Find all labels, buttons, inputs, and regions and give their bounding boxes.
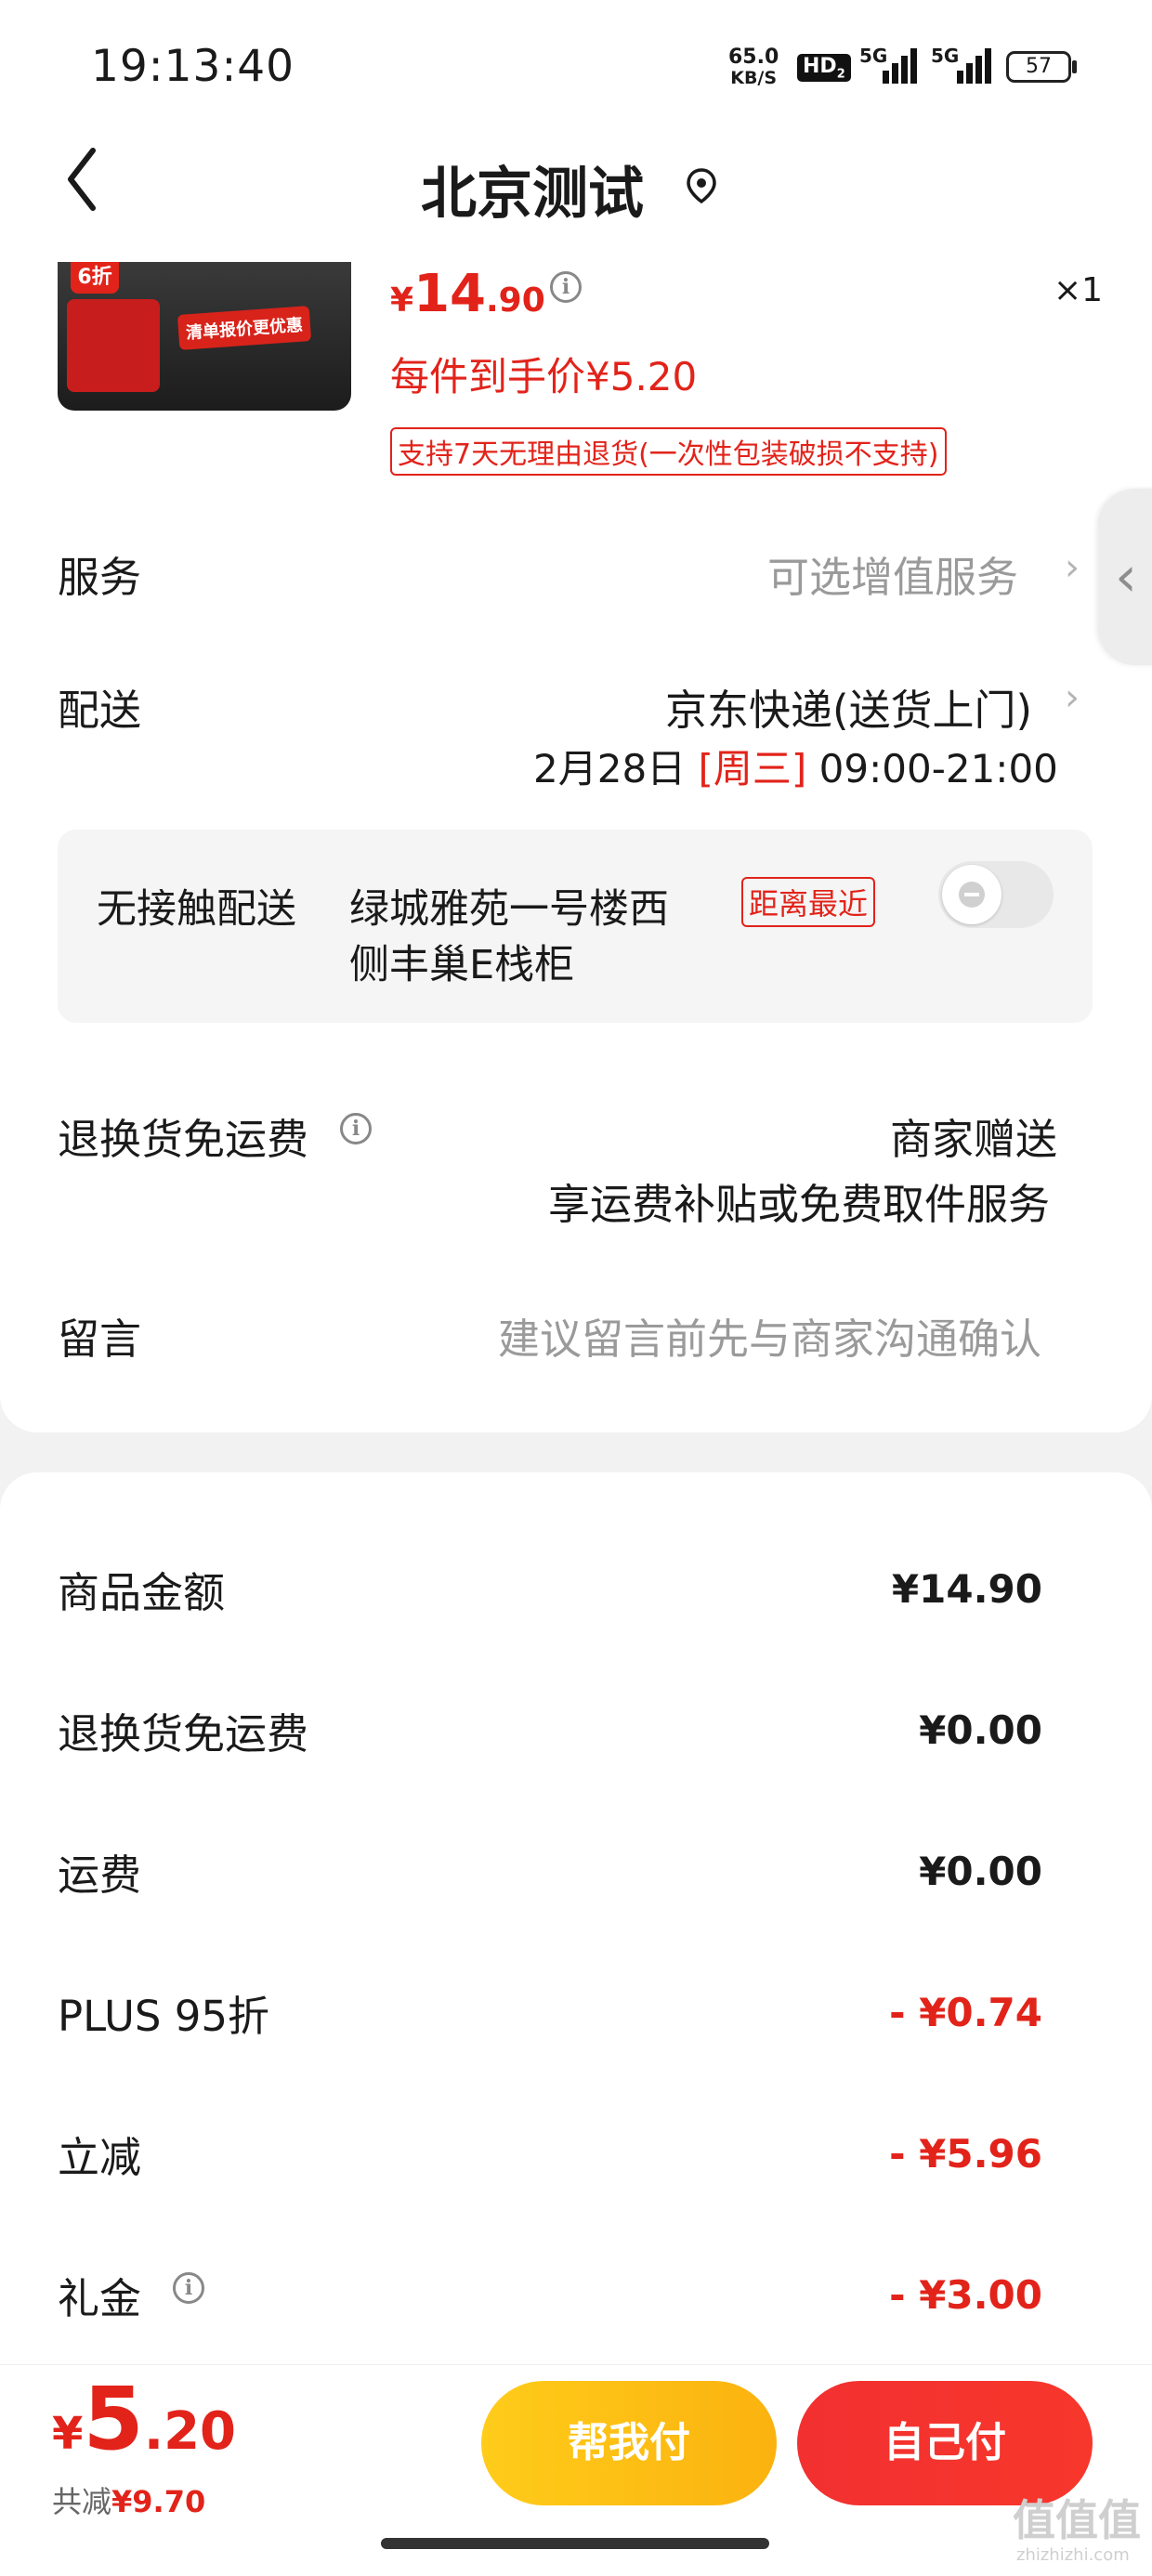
nearest-tag: 距离最近 [741,877,876,927]
hd-badge-label: HD [803,55,837,78]
toggle-off-icon [959,882,985,908]
product-thumbnail[interactable]: 6折 清单报价更优惠 [58,262,351,411]
delivery-method[interactable]: 京东快递(送货上门) [665,676,1032,737]
message-input[interactable]: 建议留言前先与商家沟通确认 [498,1305,1041,1366]
saved-value: ¥9.70 [111,2484,206,2519]
unit-price: 每件到手价¥5.20 [390,354,698,399]
total-decimal: .20 [143,2401,237,2462]
summary-value-plus: - ¥0.74 [889,1990,1042,2035]
battery-level: 57 [1026,55,1052,78]
hd-badge: HD2 [797,54,851,83]
back-icon[interactable] [65,147,98,216]
thumbnail-caption: 清单报价更优惠 [177,306,312,350]
total-price: ¥5.20 [52,2369,236,2470]
delivery-chevron-icon[interactable]: › [1065,676,1080,719]
summary-label-shipping: 运费 [58,1850,142,1900]
no-contact-label: 无接触配送 [97,886,296,933]
summary-value-gift: - ¥3.00 [889,2272,1042,2318]
gift-info-icon[interactable]: i [173,2272,204,2304]
price-decimal: .90 [486,281,545,320]
product-quantity: ×1 [1054,271,1104,309]
signal-icon-2 [957,48,994,84]
summary-label-gift: 礼金 [58,2274,142,2323]
side-drawer-chevron-icon: ‹ [1115,544,1137,609]
status-time: 19:13:40 [91,41,295,92]
summary-label-return-shipping: 退换货免运费 [58,1709,309,1759]
message-label: 留言 [58,1314,142,1364]
thumbnail-badge: 6折 [71,262,119,294]
delivery-label: 配送 [58,686,142,735]
network-speed-unit: KB/S [730,68,778,88]
summary-value-goods: ¥14.90 [891,1566,1042,1612]
help-me-pay-button[interactable]: 帮我付 [481,2381,777,2505]
delivery-weekday: [周三] [698,746,807,791]
summary-value-instant-discount: - ¥5.96 [889,2131,1042,2177]
delivery-time[interactable]: 2月28日 [周三] 09:00-21:00 [533,738,1058,794]
saved-label: 共减 [52,2484,112,2519]
page-title: 北京测试 [421,162,644,227]
summary-label-instant-discount: 立减 [58,2133,142,2182]
service-chevron-icon[interactable]: › [1065,546,1080,589]
home-indicator[interactable] [381,2538,769,2549]
side-drawer-tab[interactable]: ‹ [1098,489,1152,665]
thumbnail-promo [67,299,160,392]
delivery-date: 2月28日 [533,746,687,791]
price-info-icon[interactable]: i [550,271,582,303]
summary-label-plus: PLUS 95折 [58,1992,270,2041]
location-pin-icon[interactable] [686,167,717,208]
return-shipping-value: 商家赠送 [890,1115,1058,1164]
network-speed-value: 65.0 [728,46,779,69]
no-contact-address-line1: 绿城雅苑一号楼西 [349,886,669,933]
delivery-time-range: 09:00-21:00 [818,746,1058,791]
return-policy-tag: 支持7天无理由退货(一次性包装破损不支持) [390,427,947,476]
pay-myself-button[interactable]: 自己付 [797,2381,1093,2505]
total-currency: ¥ [52,2408,84,2460]
network-speed: 65.0 KB/S [728,46,779,89]
summary-value-return-shipping: ¥0.00 [919,1707,1042,1753]
service-label: 服务 [58,553,142,602]
return-shipping-info-icon[interactable]: i [340,1113,372,1144]
hd-badge-sub: 2 [836,67,845,82]
summary-value-shipping: ¥0.00 [919,1849,1042,1894]
battery-tip [1072,60,1077,73]
service-value[interactable]: 可选增值服务 [767,543,1018,604]
summary-label-goods: 商品金额 [58,1568,226,1617]
total-integer: 5 [83,2369,144,2470]
return-shipping-label: 退换货免运费 [58,1115,309,1164]
product-price: ¥14.90 [390,264,545,324]
signal-icon [883,48,920,84]
price-currency: ¥ [390,281,414,320]
no-contact-toggle-knob[interactable] [942,865,1001,924]
price-integer: 14 [413,264,486,324]
sim2-label: 5G [931,45,960,67]
battery-icon: 57 [1006,51,1071,83]
return-shipping-sub: 享运费补贴或免费取件服务 [548,1180,1051,1229]
watermark-url: zhizhizhi.com [1016,2545,1130,2565]
no-contact-address-line2: 侧丰巢E栈柜 [349,942,575,988]
total-saved: 共减¥9.70 [52,2478,205,2521]
watermark-logo: 值值值 [1013,2495,1141,2545]
